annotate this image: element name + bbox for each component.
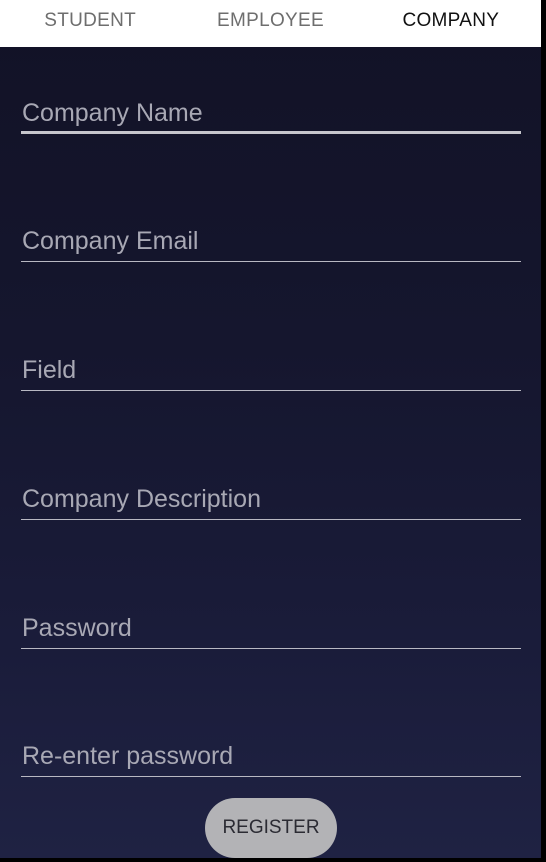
company-description-field[interactable]: Company Description	[21, 480, 521, 520]
tab-student[interactable]: STUDENT	[0, 0, 180, 44]
company-email-field[interactable]: Company Email	[21, 222, 521, 262]
password-label: Password	[22, 614, 132, 642]
company-email-label: Company Email	[22, 227, 199, 255]
company-name-underline	[21, 131, 521, 134]
register-screen: STUDENT EMPLOYEE COMPANY Company Name Co…	[0, 0, 541, 858]
tab-employee[interactable]: EMPLOYEE	[180, 0, 360, 44]
reenter-password-field[interactable]: Re-enter password	[21, 737, 521, 777]
company-description-underline	[21, 519, 521, 520]
field-label: Field	[22, 356, 77, 384]
password-field[interactable]: Password	[21, 609, 521, 649]
reenter-password-underline	[21, 776, 521, 777]
reenter-password-label: Re-enter password	[22, 742, 234, 770]
tab-bar: STUDENT EMPLOYEE COMPANY	[0, 0, 541, 47]
tab-company[interactable]: COMPANY	[361, 0, 541, 44]
company-description-label: Company Description	[22, 485, 261, 513]
screen-edge-right	[541, 0, 546, 862]
field-field[interactable]: Field	[21, 351, 521, 391]
company-email-underline	[21, 261, 521, 262]
register-button[interactable]: REGISTER	[205, 798, 337, 858]
company-name-label: Company Name	[22, 99, 203, 127]
company-name-field[interactable]: Company Name	[21, 94, 521, 134]
field-underline	[21, 390, 521, 391]
password-underline	[21, 648, 521, 649]
screen-edge-bottom	[0, 858, 546, 862]
